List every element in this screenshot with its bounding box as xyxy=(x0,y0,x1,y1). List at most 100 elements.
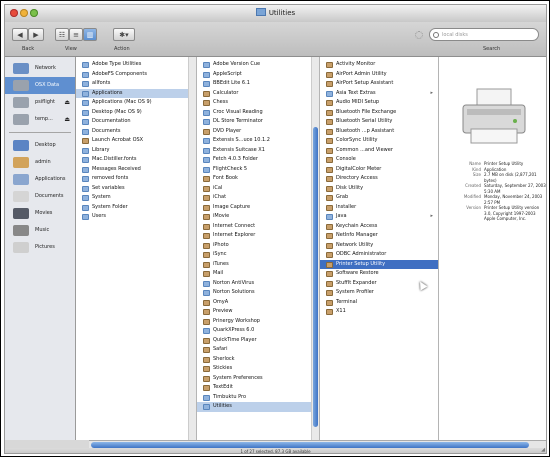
list-item[interactable]: QuarkXPress 6.0▸ xyxy=(197,326,319,336)
list-item[interactable]: Launch Acrobat OSX xyxy=(76,136,196,146)
list-item[interactable]: System Preferences xyxy=(197,374,319,384)
list-item[interactable]: Messages Received▸ xyxy=(76,165,196,175)
sidebar-item-network[interactable]: Network xyxy=(5,60,75,77)
sidebar-item-temp-[interactable]: temp... ⏏ xyxy=(5,111,75,128)
list-item[interactable]: Prinergy Workshop xyxy=(197,317,319,327)
eject-icon[interactable]: ⏏ xyxy=(64,94,70,111)
list-item[interactable]: Audio MIDI Setup xyxy=(320,98,438,108)
list-item[interactable]: Extensis S...uce 10.1.2▸ xyxy=(197,136,319,146)
list-item[interactable]: AirPort Admin Utility xyxy=(320,70,438,80)
list-item[interactable]: AdobeFS Components▸ xyxy=(76,70,196,80)
list-item[interactable]: Bluetooth File Exchange xyxy=(320,108,438,118)
list-item[interactable]: Applications▸ xyxy=(76,88,196,98)
list-item[interactable]: Sherlock xyxy=(197,355,319,365)
list-item[interactable]: Adobe Version Cue▸ xyxy=(197,60,319,70)
column-applications-scrollbar[interactable] xyxy=(311,57,319,440)
list-item[interactable]: removed fonts▸ xyxy=(76,174,196,184)
title-bar[interactable]: Utilities xyxy=(5,5,546,22)
list-item[interactable]: Safari xyxy=(197,345,319,355)
list-item[interactable]: iTunes xyxy=(197,260,319,270)
list-item[interactable]: Internet Connect xyxy=(197,222,319,232)
list-item[interactable]: iMovie xyxy=(197,212,319,222)
list-item[interactable]: Documentation▸ xyxy=(76,117,196,127)
list-item[interactable]: Directory Access xyxy=(320,174,438,184)
list-item[interactable]: Fetch 4.0.3 Folder▸ xyxy=(197,155,319,165)
list-item[interactable]: NetInfo Manager xyxy=(320,231,438,241)
list-item[interactable]: Utilities▸ xyxy=(197,402,319,412)
list-item[interactable]: BBEdit Lite 6.1▸ xyxy=(197,79,319,89)
eject-icon[interactable]: ⏏ xyxy=(64,111,70,128)
list-item[interactable]: Grab xyxy=(320,193,438,203)
list-item[interactable]: Set variables▸ xyxy=(76,184,196,194)
list-item[interactable]: System Folder▸ xyxy=(76,203,196,213)
list-item[interactable]: Timbuktu Pro▸ xyxy=(197,393,319,403)
sidebar-item-applications[interactable]: Applications xyxy=(5,171,75,188)
sidebar-item-movies[interactable]: Movies xyxy=(5,205,75,222)
sidebar-item-desktop[interactable]: Desktop xyxy=(5,137,75,154)
column-applications-scroll-thumb[interactable] xyxy=(313,127,318,427)
column-root-scrollbar[interactable] xyxy=(188,57,196,440)
list-item[interactable]: iCal xyxy=(197,184,319,194)
list-item[interactable]: TextEdit xyxy=(197,383,319,393)
back-button[interactable]: ◀ xyxy=(12,28,28,41)
list-item[interactable]: Common ...and Viewer xyxy=(320,146,438,156)
list-item[interactable]: X11 xyxy=(320,307,438,317)
list-item[interactable]: FlightCheck 5▸ xyxy=(197,165,319,175)
list-item[interactable]: iChat xyxy=(197,193,319,203)
list-item[interactable]: ColorSync Utility xyxy=(320,136,438,146)
forward-button[interactable]: ▶ xyxy=(28,28,44,41)
list-item[interactable]: Desktop (Mac OS 9)▸ xyxy=(76,108,196,118)
list-view-button[interactable]: ≡ xyxy=(69,28,83,41)
list-item[interactable]: Terminal xyxy=(320,298,438,308)
list-item[interactable]: DigitalColor Meter xyxy=(320,165,438,175)
list-item[interactable]: Mac.Distiller.fonts▸ xyxy=(76,155,196,165)
list-item[interactable]: AppleScript▸ xyxy=(197,70,319,80)
list-item[interactable]: Printer Setup Utility xyxy=(320,259,438,269)
list-item[interactable]: Bluetooth ...p Assistant xyxy=(320,127,438,137)
sidebar-item-music[interactable]: Music xyxy=(5,222,75,239)
list-item[interactable]: OmyA xyxy=(197,298,319,308)
sidebar-item-pictures[interactable]: Pictures xyxy=(5,239,75,256)
list-item[interactable]: Documents▸ xyxy=(76,127,196,137)
list-item[interactable]: Preview xyxy=(197,307,319,317)
sidebar-item-osx-data[interactable]: OSX Data xyxy=(5,77,75,94)
list-item[interactable]: Installer xyxy=(320,203,438,213)
list-item[interactable]: Console xyxy=(320,155,438,165)
list-item[interactable]: Croc Visual Reading▸ xyxy=(197,108,319,118)
list-item[interactable]: Adobe Type Utilities▸ xyxy=(76,60,196,70)
list-item[interactable]: Disk Utility xyxy=(320,184,438,194)
list-item[interactable]: AirPort Setup Assistant xyxy=(320,79,438,89)
list-item[interactable]: Norton Solutions▸ xyxy=(197,288,319,298)
list-item[interactable]: Library▸ xyxy=(76,146,196,156)
sidebar-item-admin[interactable]: admin xyxy=(5,154,75,171)
column-view-button[interactable]: ▥ xyxy=(83,28,97,41)
list-item[interactable]: iSync xyxy=(197,250,319,260)
sidebar-item-documents[interactable]: Documents xyxy=(5,188,75,205)
list-item[interactable]: Java ▸ xyxy=(320,212,438,222)
sidebar-item-psiflight[interactable]: psiflight ⏏ xyxy=(5,94,75,111)
list-item[interactable]: Stickies xyxy=(197,364,319,374)
list-item[interactable]: Applications (Mac OS 9)▸ xyxy=(76,98,196,108)
list-item[interactable]: iPhoto xyxy=(197,241,319,251)
list-item[interactable]: Activity Monitor xyxy=(320,60,438,70)
list-item[interactable]: Bluetooth Serial Utility xyxy=(320,117,438,127)
list-item[interactable]: System▸ xyxy=(76,193,196,203)
list-item[interactable]: Image Capture xyxy=(197,203,319,213)
action-button[interactable]: ✱▾ xyxy=(113,28,135,41)
list-item[interactable]: Mail xyxy=(197,269,319,279)
list-item[interactable]: Internet Explorer xyxy=(197,231,319,241)
list-item[interactable]: Software Restore xyxy=(320,269,438,279)
list-item[interactable]: Keychain Access xyxy=(320,222,438,232)
search-field[interactable]: local disks xyxy=(429,28,539,41)
resize-grip-icon[interactable]: ◢ xyxy=(541,447,545,453)
list-item[interactable]: Font Book xyxy=(197,174,319,184)
list-item[interactable]: DL Store Terminator▸ xyxy=(197,117,319,127)
list-item[interactable]: ODBC Administrator xyxy=(320,250,438,260)
list-item[interactable]: Extensis Suitcase X1▸ xyxy=(197,146,319,156)
list-item[interactable]: Norton AntiVirus▸ xyxy=(197,279,319,289)
list-item[interactable]: Calculator xyxy=(197,89,319,99)
list-item[interactable]: DVD Player xyxy=(197,127,319,137)
icon-view-button[interactable]: ☷ xyxy=(55,28,69,41)
list-item[interactable]: Chess xyxy=(197,98,319,108)
list-item[interactable]: Users▸ xyxy=(76,212,196,222)
